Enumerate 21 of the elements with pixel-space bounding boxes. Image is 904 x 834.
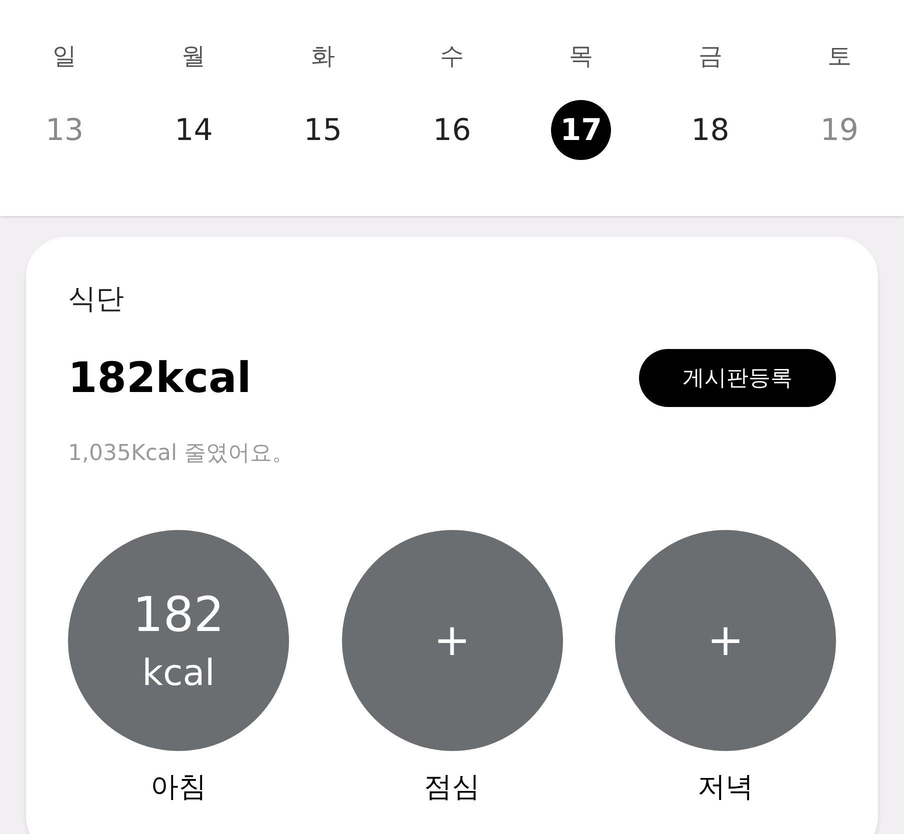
date-item[interactable]: 14 bbox=[164, 100, 224, 160]
add-meal-button[interactable]: + bbox=[342, 530, 562, 751]
meal-label: 점심 bbox=[424, 773, 480, 801]
reduction-note: 1,035Kcal 줄였어요。 bbox=[68, 440, 296, 468]
weekday-label: 금 bbox=[698, 41, 722, 72]
calorie-total: 182kcal bbox=[68, 357, 252, 399]
board-register-button[interactable]: 게시판등록 bbox=[639, 349, 836, 407]
weekday-label: 목 bbox=[569, 41, 594, 72]
meal-label: 저녁 bbox=[698, 773, 754, 801]
date-item[interactable]: 16 bbox=[422, 100, 482, 160]
date-item[interactable]: 18 bbox=[680, 100, 740, 160]
date-item[interactable]: 17 bbox=[551, 100, 612, 160]
weekday-label: 일 bbox=[52, 41, 77, 72]
weekday-label: 월 bbox=[182, 41, 206, 72]
card-title: 식단 bbox=[68, 285, 125, 313]
add-meal-button[interactable]: + bbox=[615, 530, 836, 751]
meal-label: 아침 bbox=[150, 773, 206, 801]
weekday-label: 화 bbox=[310, 41, 335, 72]
weekday-label: 토 bbox=[827, 41, 852, 72]
date-item[interactable]: 15 bbox=[292, 100, 353, 160]
weekday-label: 수 bbox=[440, 41, 464, 72]
